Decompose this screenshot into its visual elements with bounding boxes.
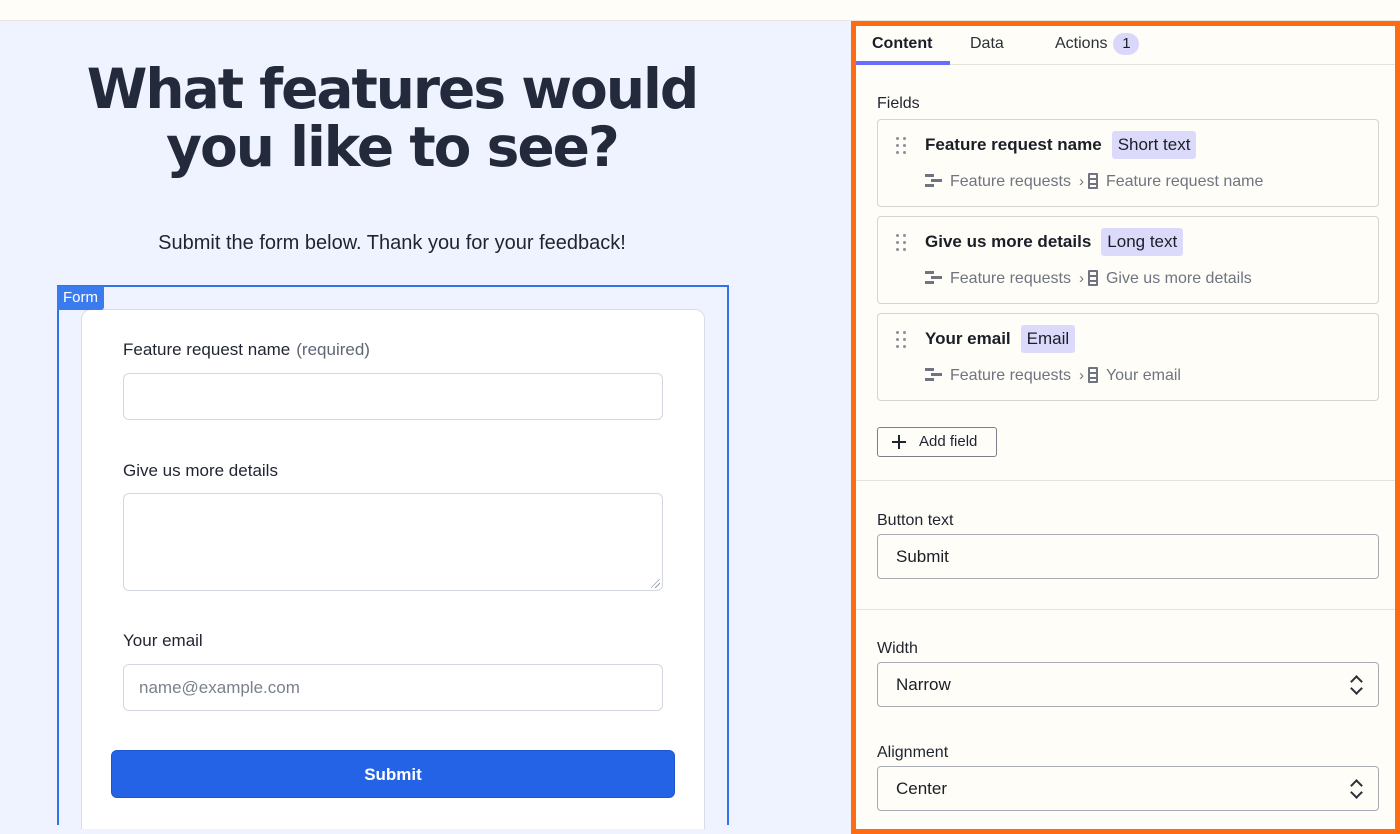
- table-icon: [925, 271, 942, 285]
- fields-heading: Fields: [877, 95, 920, 112]
- submit-button[interactable]: Submit: [111, 750, 675, 798]
- section-divider: [856, 480, 1395, 481]
- feature-request-name-input[interactable]: [123, 373, 663, 420]
- field-data-path: Feature requests › Feature request name: [925, 172, 1263, 192]
- details-textarea[interactable]: [123, 493, 663, 591]
- field-data-path: Feature requests › Give us more details: [925, 269, 1252, 289]
- table-icon: [925, 174, 942, 188]
- field-card-title: Your email Email: [925, 325, 1076, 353]
- field-type-chip: Short text: [1111, 131, 1197, 159]
- alignment-label: Alignment: [877, 744, 949, 761]
- field-card-title: Feature request name Short text: [925, 131, 1197, 159]
- field-label-email: Your email: [123, 631, 203, 650]
- required-note: (required): [296, 340, 370, 359]
- field-card[interactable]: Feature request name Short text Feature r…: [877, 119, 1379, 207]
- form-block-tag[interactable]: Form: [57, 286, 104, 310]
- tab-data[interactable]: Data: [970, 26, 1004, 65]
- select-arrows-icon: [1350, 675, 1362, 695]
- actions-count-badge: 1: [1113, 33, 1140, 55]
- field-label-feature-request-name: Feature request name (required): [123, 340, 370, 359]
- panel-tabs: Content Data Actions 1: [856, 26, 1395, 65]
- page-subtitle: Submit the form below. Thank you for you…: [158, 232, 626, 254]
- column-icon: [1087, 367, 1098, 383]
- button-text-input[interactable]: Submit: [877, 534, 1379, 579]
- drag-handle-icon[interactable]: [896, 331, 908, 349]
- table-icon: [925, 368, 942, 382]
- page-headline: What features would you like to see?: [86, 57, 699, 179]
- tab-content[interactable]: Content: [872, 26, 932, 65]
- chevron-right-icon: ›: [1078, 367, 1084, 384]
- field-type-chip: Email: [1020, 325, 1076, 353]
- plus-icon: [892, 435, 906, 449]
- column-icon: [1087, 270, 1098, 286]
- field-type-chip: Long text: [1101, 228, 1184, 256]
- section-divider: [856, 609, 1395, 610]
- chevron-right-icon: ›: [1078, 173, 1084, 190]
- field-card[interactable]: Your email Email Feature requests › Your em…: [877, 313, 1379, 401]
- email-input[interactable]: name@example.com: [123, 664, 663, 711]
- add-field-button[interactable]: Add field: [877, 427, 997, 457]
- field-card-title: Give us more details Long text: [925, 228, 1184, 256]
- chevron-right-icon: ›: [1078, 270, 1084, 287]
- drag-handle-icon[interactable]: [896, 137, 908, 155]
- tab-actions[interactable]: Actions 1: [1055, 26, 1140, 65]
- column-icon: [1087, 173, 1098, 189]
- field-card[interactable]: Give us more details Long text Feature re…: [877, 216, 1379, 304]
- field-data-path: Feature requests › Your email: [925, 366, 1181, 386]
- width-label: Width: [877, 640, 918, 657]
- settings-panel: Content Data Actions 1 Fields Feature req…: [851, 21, 1400, 834]
- alignment-select[interactable]: Center: [877, 766, 1379, 811]
- field-label-details: Give us more details: [123, 461, 278, 480]
- width-select[interactable]: Narrow: [877, 662, 1379, 707]
- button-text-label: Button text: [877, 512, 954, 529]
- select-arrows-icon: [1350, 779, 1362, 799]
- drag-handle-icon[interactable]: [896, 234, 908, 252]
- resize-grip-icon[interactable]: [651, 579, 660, 588]
- active-tab-indicator: [856, 61, 950, 65]
- top-bar: [0, 0, 1400, 21]
